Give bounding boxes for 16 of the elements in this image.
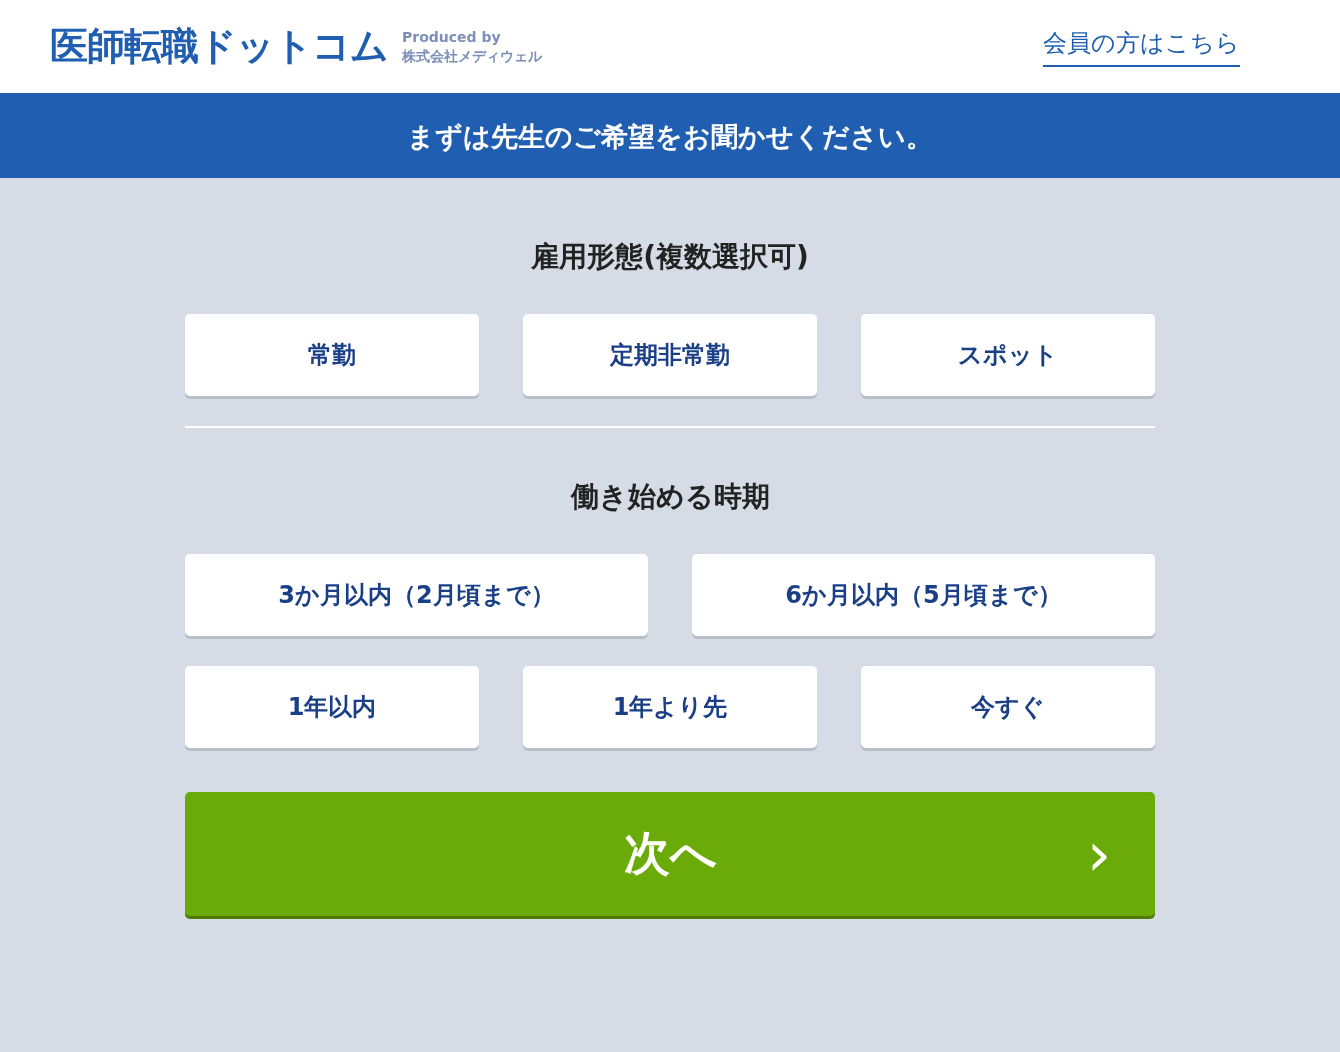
option-button[interactable]: 今すぐ [861,666,1155,748]
company-name: 株式会社メディウェル [402,46,542,65]
section-title: 働き始める時期 [569,479,771,515]
option-button[interactable]: 常勤 [185,314,479,396]
option-button[interactable]: 定期非常勤 [523,314,817,396]
produced-by-text: Produced by [402,28,502,47]
option-button[interactable]: 3か月以内（2月頃まで） [185,554,648,636]
option-button[interactable]: スポット [861,314,1155,396]
section-title: 雇用形態(複数選択可) [530,239,810,275]
option-button[interactable]: 6か月以内（5月頃まで） [692,554,1155,636]
member-link[interactable]: 会員の方はこちら [1043,26,1240,67]
site-logo[interactable]: 医師転職ドットコム [50,21,388,72]
chevron-icon: › [1087,819,1111,889]
option-button[interactable]: 1年より先 [523,666,817,748]
prompt-banner: まずは先生のご希望をお聞かせください。 [0,95,1340,178]
option-button[interactable]: 1年以内 [185,666,479,748]
